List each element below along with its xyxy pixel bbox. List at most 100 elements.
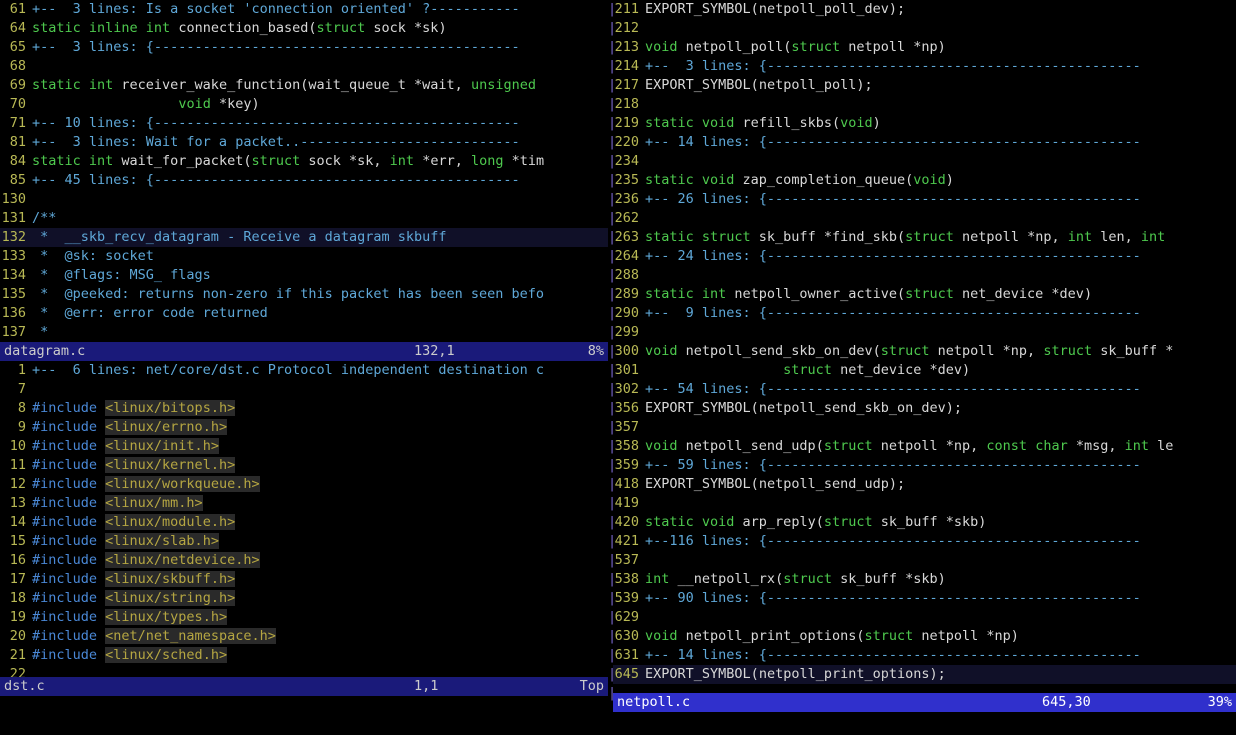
code-line: 358void netpoll_send_udp(struct netpoll … [613,437,1236,456]
code-text: EXPORT_SYMBOL(netpoll_poll); [645,76,1236,95]
line-number: 419 [613,494,645,513]
statusbar-cursor-pos: 132,1 [414,342,544,361]
code-line: 85+-- 45 lines: {-----------------------… [0,171,608,190]
code-line: 134 * @flags: MSG_ flags [0,266,608,285]
pane-left-bottom[interactable]: 1+-- 6 lines: net/core/dst.c Protocol in… [0,361,608,677]
code-text [645,551,1236,570]
code-text: +-- 9 lines: {--------------------------… [645,304,1236,323]
code-line: 290+-- 9 lines: {-----------------------… [613,304,1236,323]
line-number: 13 [0,494,32,513]
code-line: 70 void *key) [0,95,608,114]
line-number: 359 [613,456,645,475]
code-text [645,418,1236,437]
statusbar-filename: datagram.c [4,342,414,361]
code-text: +-- 45 lines: {-------------------------… [32,171,608,190]
line-number: 64 [0,19,32,38]
code-text: void netpoll_send_skb_on_dev(struct netp… [645,342,1236,361]
code-line: 236+-- 26 lines: {----------------------… [613,190,1236,209]
line-number: 132 [0,228,32,247]
line-number: 8 [0,399,32,418]
line-number: 418 [613,475,645,494]
line-number: 217 [613,76,645,95]
code-text [645,323,1236,342]
statusbar-left-top: datagram.c 132,1 8% [0,342,608,361]
line-number: 358 [613,437,645,456]
code-line: 131/** [0,209,608,228]
code-line: 418EXPORT_SYMBOL(netpoll_send_udp); [613,475,1236,494]
code-line: 19#include <linux/types.h> [0,608,608,627]
code-line: 356EXPORT_SYMBOL(netpoll_send_skb_on_dev… [613,399,1236,418]
code-line: 263static struct sk_buff *find_skb(struc… [613,228,1236,247]
code-line: 11#include <linux/kernel.h> [0,456,608,475]
code-text: #include <linux/bitops.h> [32,399,608,418]
code-line: 220+-- 14 lines: {----------------------… [613,133,1236,152]
line-number: 9 [0,418,32,437]
code-text: * @err: error code returned [32,304,608,323]
command-line[interactable] [0,712,1236,731]
line-number: 235 [613,171,645,190]
code-line: 7 [0,380,608,399]
code-line: 13#include <linux/mm.h> [0,494,608,513]
line-number: 264 [613,247,645,266]
line-number: 20 [0,627,32,646]
line-number: 10 [0,437,32,456]
code-text: +-- 24 lines: {-------------------------… [645,247,1236,266]
code-line: 65+-- 3 lines: {------------------------… [0,38,608,57]
statusbar-cursor-pos: 645,30 [1042,693,1172,712]
code-text [32,190,608,209]
line-number: 288 [613,266,645,285]
code-text: * @peeked: returns non-zero if this pack… [32,285,608,304]
code-text: EXPORT_SYMBOL(netpoll_poll_dev); [645,0,1236,19]
code-line: 9#include <linux/errno.h> [0,418,608,437]
line-number: 302 [613,380,645,399]
code-line: 300void netpoll_send_skb_on_dev(struct n… [613,342,1236,361]
code-text: static int receiver_wake_function(wait_q… [32,76,608,95]
code-line: 631+-- 14 lines: {----------------------… [613,646,1236,665]
code-text: static inline int connection_based(struc… [32,19,608,38]
line-number: 421 [613,532,645,551]
code-text: #include <linux/mm.h> [32,494,608,513]
code-line: 359+-- 59 lines: {----------------------… [613,456,1236,475]
code-text [32,57,608,76]
line-number: 71 [0,114,32,133]
code-text: * [32,323,608,342]
code-text: #include <linux/types.h> [32,608,608,627]
code-text: struct net_device *dev) [645,361,1236,380]
line-number: 263 [613,228,645,247]
statusbar-filename: dst.c [4,677,414,696]
code-text: +-- 3 lines: {--------------------------… [645,57,1236,76]
pane-left-top[interactable]: 61+-- 3 lines: Is a socket 'connection o… [0,0,608,342]
code-line: 262 [613,209,1236,228]
code-text: #include <net/net_namespace.h> [32,627,608,646]
code-line: 10#include <linux/init.h> [0,437,608,456]
code-line: 537 [613,551,1236,570]
line-number: 537 [613,551,645,570]
code-line: 288 [613,266,1236,285]
code-text: static void zap_completion_queue(void) [645,171,1236,190]
code-line: 645EXPORT_SYMBOL(netpoll_print_options); [613,665,1236,684]
line-number: 61 [0,0,32,19]
line-number: 136 [0,304,32,323]
code-line: 136 * @err: error code returned [0,304,608,323]
code-text [32,380,608,399]
code-line: 218 [613,95,1236,114]
code-line: 15#include <linux/slab.h> [0,532,608,551]
code-line: 234 [613,152,1236,171]
code-text: #include <linux/errno.h> [32,418,608,437]
code-line: 299 [613,323,1236,342]
code-text: +-- 90 lines: {-------------------------… [645,589,1236,608]
code-line: 419 [613,494,1236,513]
line-number: 629 [613,608,645,627]
code-text [645,209,1236,228]
line-number: 219 [613,114,645,133]
code-text: +-- 54 lines: {-------------------------… [645,380,1236,399]
pane-right[interactable]: 211EXPORT_SYMBOL(netpoll_poll_dev);21221… [613,0,1236,693]
statusbar-left-bottom: dst.c 1,1 Top [0,677,608,696]
line-number: 12 [0,475,32,494]
code-text [645,19,1236,38]
code-line: 289static int netpoll_owner_active(struc… [613,285,1236,304]
line-number: 14 [0,513,32,532]
code-text: +-- 59 lines: {-------------------------… [645,456,1236,475]
code-line: 14#include <linux/module.h> [0,513,608,532]
code-text: static int wait_for_packet(struct sock *… [32,152,608,171]
